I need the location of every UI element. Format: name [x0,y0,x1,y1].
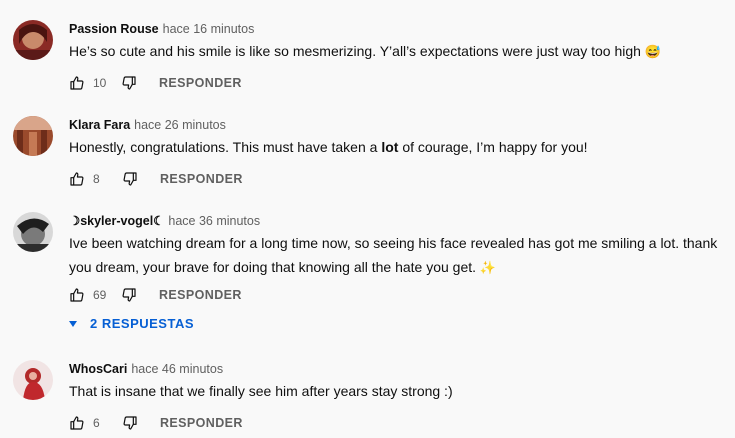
thumbs-up-icon[interactable] [69,171,85,187]
comments-section: Passion Rouse hace 16 minutos He’s so cut… [0,0,735,438]
reply-button[interactable]: RESPONDER [160,172,243,186]
thumbs-down-icon[interactable] [121,287,137,303]
comment-timestamp[interactable]: hace 26 minutos [134,118,226,132]
avatar[interactable] [13,20,53,60]
comment-actions: 69 RESPONDER [69,283,242,307]
comment-body-start: Honestly, congratulations. This must hav… [69,139,382,155]
sweat-smile-emoji: 😅 [644,44,662,59]
comment-header: Passion Rouse hace 16 minutos [69,21,254,37]
comment-timestamp[interactable]: hace 16 minutos [163,22,255,36]
replies-label: 2 RESPUESTAS [90,316,195,331]
author-name[interactable]: Klara Fara [69,118,130,132]
reply-button[interactable]: RESPONDER [160,416,243,430]
comment-text: He’s so cute and his smile is like so me… [69,39,719,64]
comment-header: Klara Fara hace 26 minutos [69,117,226,133]
comment-timestamp[interactable]: hace 36 minutos [168,214,260,228]
thumbs-up-icon[interactable] [69,75,85,91]
comment-body-end: of courage, I’m happy for you! [398,139,588,155]
comment-body: He’s so cute and his smile is like so me… [69,43,645,59]
comment-body: That is insane that we finally see him a… [69,383,453,399]
comment-header: WhosCari hace 46 minutos [69,361,223,377]
thumbs-up-icon[interactable] [69,415,85,431]
reply-button[interactable]: RESPONDER [159,76,242,90]
avatar[interactable] [13,212,53,252]
avatar[interactable] [13,116,53,156]
avatar-image [13,360,53,400]
comment-text: That is insane that we finally see him a… [69,379,719,403]
avatar-image [13,116,53,156]
like-count: 6 [93,416,100,430]
thumbs-down-icon[interactable] [121,75,137,91]
caret-down-icon [69,320,77,327]
like-count: 69 [93,288,107,302]
comment-actions: 6 RESPONDER [69,411,243,435]
avatar-image [13,20,53,60]
thumbs-down-icon[interactable] [122,415,138,431]
thumbs-up-icon[interactable] [69,287,85,303]
view-replies-button[interactable]: 2 RESPUESTAS [69,316,194,331]
comment-timestamp[interactable]: hace 46 minutos [131,362,223,376]
thumbs-down-icon[interactable] [122,171,138,187]
reply-button[interactable]: RESPONDER [159,288,242,302]
avatar-image [13,212,53,252]
like-count: 8 [93,172,100,186]
author-name[interactable]: WhosCari [69,362,127,376]
comment-body-bold: lot [381,139,399,155]
avatar[interactable] [13,360,53,400]
comment-text: Honestly, congratulations. This must hav… [69,135,719,159]
author-name[interactable]: Passion Rouse [69,22,159,36]
author-name[interactable]: ☽skyler-vogel☾ [69,214,164,228]
comment-actions: 10 RESPONDER [69,71,242,95]
sparkles-emoji: ✨ [479,260,497,275]
comment-text: Ive been watching dream for a long time … [69,231,719,280]
comment-body: Ive been watching dream for a long time … [69,235,718,275]
comment-actions: 8 RESPONDER [69,167,243,191]
like-count: 10 [93,76,107,90]
comment-header: ☽skyler-vogel☾ hace 36 minutos [69,213,260,229]
